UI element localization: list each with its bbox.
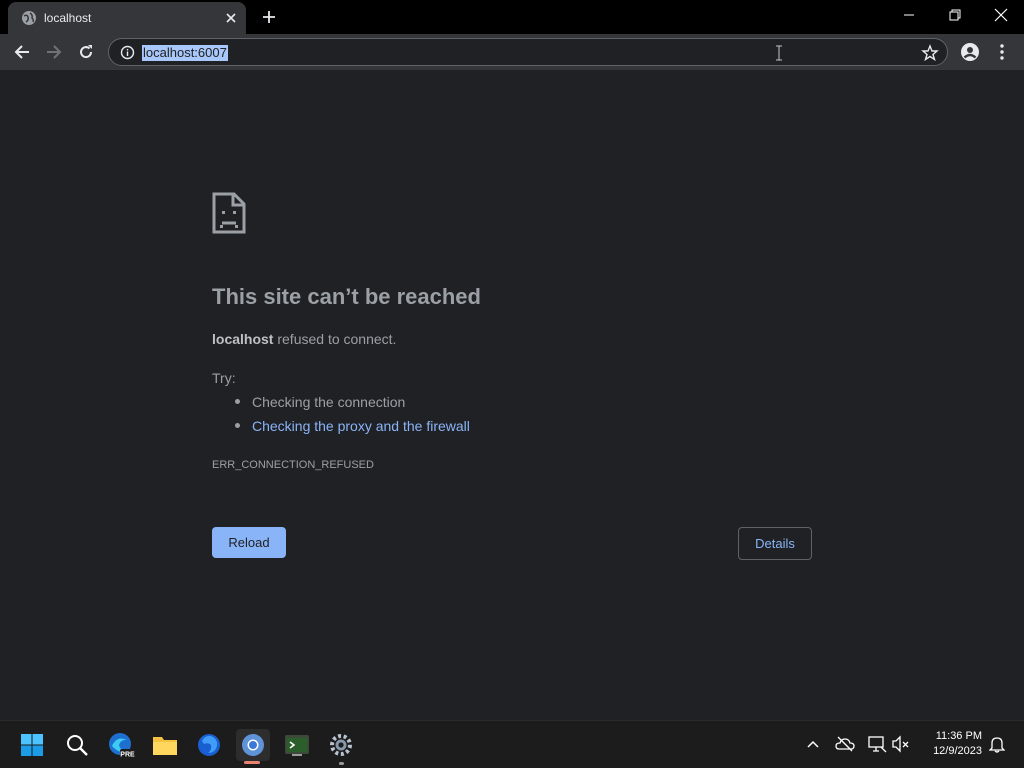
search-icon	[67, 735, 88, 756]
close-tab-icon[interactable]	[222, 9, 240, 27]
url-text[interactable]: localhost:6007	[142, 45, 228, 61]
settings-icon	[330, 734, 352, 756]
title-bar: localhost	[0, 0, 1024, 34]
volume-muted-icon	[892, 735, 909, 753]
taskbar-search-button[interactable]	[60, 729, 94, 761]
tab-localhost[interactable]: localhost	[8, 2, 246, 34]
close-icon	[994, 8, 1008, 22]
profile-button[interactable]	[956, 38, 984, 66]
taskbar-settings[interactable]	[324, 729, 358, 761]
clock-time: 11:36 PM	[935, 730, 982, 742]
firefox-icon	[198, 734, 220, 756]
suggestion-proxy-firewall-link[interactable]: Checking the proxy and the firewall	[252, 417, 470, 435]
refresh-icon	[80, 45, 93, 59]
cloud-off-icon	[835, 736, 855, 752]
tray-notifications[interactable]	[986, 733, 1008, 755]
description-suffix: refused to connect.	[273, 331, 397, 347]
address-bar[interactable]: localhost:6007	[108, 38, 948, 66]
arrow-left-icon	[14, 45, 29, 59]
error-code: ERR_CONNECTION_REFUSED	[212, 459, 374, 471]
globe-icon	[22, 11, 36, 25]
network-icon	[868, 736, 887, 753]
new-tab-icon[interactable]	[259, 7, 279, 27]
taskbar-edge-preview[interactable]: PRE	[104, 729, 138, 761]
taskbar-terminal[interactable]	[280, 729, 314, 761]
svg-text:PRE: PRE	[120, 752, 135, 759]
tray-overflow-button[interactable]	[802, 733, 824, 755]
bullet-dot	[235, 423, 240, 428]
taskbar-firefox[interactable]	[192, 729, 226, 761]
bell-icon	[989, 737, 1005, 753]
account-icon	[961, 43, 979, 61]
try-label: Try:	[212, 370, 236, 386]
page-content: This site can’t be reached localhost ref…	[0, 70, 1024, 720]
reload-page-button[interactable]	[72, 38, 100, 66]
tab-title: localhost	[44, 11, 92, 25]
start-button[interactable]	[15, 729, 49, 761]
restore-button[interactable]	[932, 0, 978, 30]
tray-onedrive[interactable]	[834, 733, 856, 755]
close-window-button[interactable]	[978, 0, 1024, 30]
active-app-indicator	[244, 761, 260, 764]
info-icon[interactable]	[120, 45, 135, 60]
clock-date: 12/9/2023	[933, 745, 982, 757]
more-vert-icon	[1000, 44, 1004, 60]
minimize-icon	[904, 14, 914, 16]
bookmark-star-icon[interactable]	[921, 44, 939, 62]
back-button[interactable]	[8, 38, 36, 66]
arrow-right-icon	[47, 45, 62, 59]
taskbar-chrome[interactable]	[236, 729, 270, 761]
host-name: localhost	[212, 331, 274, 347]
taskbar-clock[interactable]: 11:36 PM 12/9/2023	[918, 729, 982, 759]
text-cursor-icon	[776, 45, 782, 61]
suggestion-check-connection: Checking the connection	[252, 394, 406, 410]
sad-page-icon	[212, 192, 246, 234]
tray-network[interactable]	[866, 733, 888, 755]
error-heading: This site can’t be reached	[212, 284, 481, 309]
file-explorer-icon	[153, 737, 177, 755]
running-app-indicator	[339, 762, 344, 765]
details-button[interactable]: Details	[738, 527, 812, 560]
taskbar: PRE 11:36 PM 12/9/2023	[0, 720, 1024, 768]
chevron-up-icon	[807, 740, 819, 748]
windows-start-icon	[21, 734, 43, 756]
terminal-icon	[285, 735, 309, 756]
bullet-dot	[235, 399, 240, 404]
browser-toolbar: localhost:6007	[0, 34, 1024, 70]
menu-button[interactable]	[988, 38, 1016, 66]
chrome-icon	[242, 734, 264, 756]
forward-button[interactable]	[40, 38, 68, 66]
reload-button[interactable]: Reload	[212, 527, 286, 558]
restore-icon	[949, 9, 961, 21]
tray-volume[interactable]	[890, 733, 912, 755]
minimize-button[interactable]	[886, 0, 932, 30]
error-description: localhost refused to connect.	[212, 330, 396, 348]
taskbar-file-explorer[interactable]	[148, 729, 182, 761]
edge-preview-icon: PRE	[109, 733, 135, 759]
